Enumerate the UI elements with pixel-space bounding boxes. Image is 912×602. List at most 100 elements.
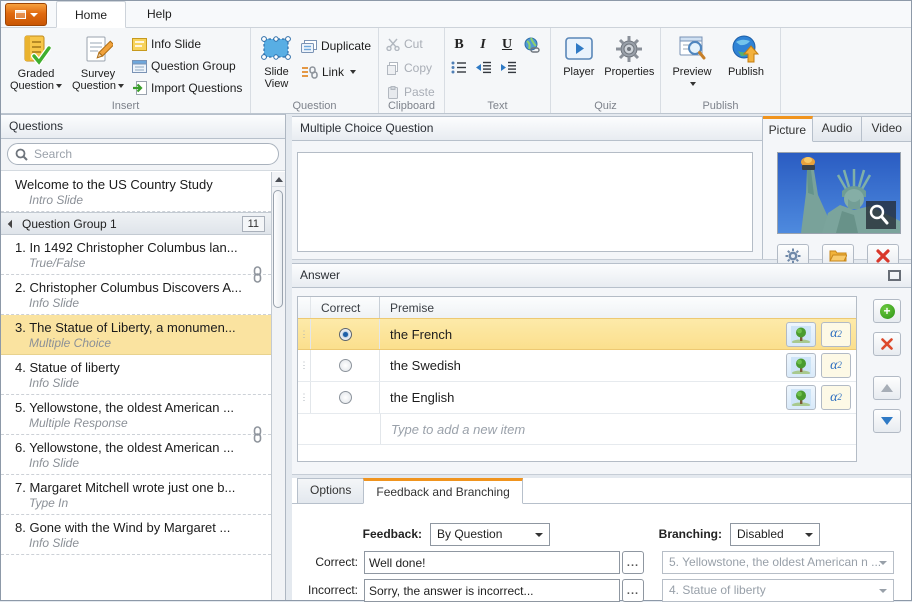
answer-row[interactable]: ⋮ the English α 2 [298, 382, 856, 414]
list-item[interactable]: 7. Margaret Mitchell wrote just one b...… [1, 475, 271, 515]
properties-button[interactable]: Properties [603, 31, 656, 99]
survey-question-button[interactable]: Survey Question [67, 31, 129, 99]
decrease-indent-button[interactable] [475, 61, 492, 74]
gear-icon [785, 248, 801, 264]
feedback-mode-select[interactable]: By Question [430, 523, 550, 546]
row-picture-button[interactable] [786, 385, 816, 410]
list-item[interactable]: 2. Christopher Columbus Discovers A... I… [1, 275, 271, 315]
duplicate-button[interactable]: Duplicate [298, 37, 374, 55]
tab-help[interactable]: Help [129, 1, 190, 28]
move-up-button[interactable] [873, 376, 901, 400]
add-answer-row[interactable]: Type to add a new item [298, 414, 856, 445]
copy-button[interactable]: Copy [383, 59, 438, 77]
app-menu-icon [14, 10, 26, 19]
correct-radio[interactable] [338, 359, 352, 372]
row-picture-button[interactable] [786, 353, 816, 378]
equation-button[interactable]: α2 [821, 353, 851, 378]
scrollbar-thumb[interactable] [273, 190, 283, 308]
feedback-form: Feedback: By Question Branching: Disable… [292, 503, 911, 602]
cut-button[interactable]: Cut [383, 35, 438, 53]
incorrect-feedback-input[interactable] [369, 580, 615, 601]
tab-home[interactable]: Home [56, 1, 127, 28]
player-button[interactable]: Player [555, 31, 603, 99]
correct-radio[interactable] [338, 391, 352, 404]
drag-handle[interactable]: ⋮ [298, 350, 311, 381]
hyperlink-icon[interactable] [523, 37, 540, 53]
question-section-title: Multiple Choice Question [292, 116, 762, 141]
answer-row-selected[interactable]: ⋮ the French α 2 [298, 318, 856, 350]
list-item[interactable]: 6. Yellowstone, the oldest American ... … [1, 435, 271, 475]
drag-handle[interactable]: ⋮ [298, 382, 311, 413]
paste-button[interactable]: Paste [383, 83, 438, 101]
branch-if-correct-select[interactable]: 5. Yellowstone, the oldest American n ..… [662, 551, 894, 574]
info-slide-button[interactable]: Info Slide [129, 35, 245, 53]
row-picture-button[interactable] [786, 321, 816, 347]
scroll-up-icon [274, 176, 283, 182]
equation-button[interactable]: α2 [821, 385, 851, 410]
list-item-intro[interactable]: Welcome to the US Country Study Intro Sl… [1, 172, 271, 212]
list-item[interactable]: 8. Gone with the Wind by Margaret ... In… [1, 515, 271, 555]
preview-button[interactable]: Preview [665, 31, 719, 99]
publish-button[interactable]: Publish [719, 31, 773, 99]
survey-question-icon [86, 36, 113, 62]
search-input[interactable] [34, 145, 270, 163]
app-menu-button[interactable] [5, 3, 47, 26]
tab-options[interactable]: Options [297, 478, 364, 504]
branch-if-incorrect-select[interactable]: 4. Statue of liberty [662, 579, 894, 602]
linked-slides-icon [253, 426, 262, 443]
add-answer-placeholder: Type to add a new item [391, 421, 526, 437]
column-correct: Correct [311, 297, 380, 318]
answer-row[interactable]: ⋮ the Swedish α 2 [298, 350, 856, 382]
correct-radio-checked[interactable] [338, 327, 352, 341]
correct-feedback-field[interactable] [364, 551, 620, 574]
question-group-header[interactable]: Question Group 1 11 [1, 212, 271, 235]
add-answer-button[interactable]: + [873, 299, 901, 323]
search-box[interactable] [7, 143, 279, 165]
question-list: Welcome to the US Country Study Intro Sl… [1, 172, 271, 600]
delete-x-icon [876, 249, 890, 263]
picture-placeholder-icon [791, 325, 811, 343]
move-down-button[interactable] [873, 409, 901, 433]
import-questions-button[interactable]: Import Questions [129, 79, 245, 97]
scroll-up-button[interactable] [272, 172, 285, 187]
answer-section-header: Answer [292, 263, 911, 288]
tab-feedback-and-branching[interactable]: Feedback and Branching [363, 478, 523, 504]
underline-button[interactable]: U [499, 37, 515, 53]
bullet-list-button[interactable] [451, 61, 467, 74]
list-item[interactable]: 4. Statue of liberty Info Slide [1, 355, 271, 395]
column-premise: Premise [390, 300, 435, 315]
tab-audio[interactable]: Audio [812, 116, 863, 141]
link-button[interactable]: Link [298, 63, 374, 81]
question-picture-thumbnail[interactable] [777, 152, 901, 234]
slide-view-button[interactable]: Slide View [255, 31, 298, 99]
graded-question-button[interactable]: Graded Question [5, 31, 67, 99]
correct-feedback-input[interactable] [369, 552, 615, 573]
list-item[interactable]: 1. In 1492 Christopher Columbus lan... T… [1, 235, 271, 283]
correct-feedback-more-button[interactable]: ... [622, 551, 644, 574]
list-item[interactable]: 5. Yellowstone, the oldest American ... … [1, 395, 271, 443]
increase-indent-button[interactable] [500, 61, 517, 74]
drag-handle[interactable]: ⋮ [298, 319, 311, 349]
incorrect-feedback-field[interactable] [364, 579, 620, 602]
tab-video[interactable]: Video [862, 116, 912, 141]
ribbon-group-publish: Preview Publish Publish [661, 28, 781, 113]
copy-icon [387, 61, 398, 75]
tab-picture[interactable]: Picture [763, 116, 813, 142]
incorrect-feedback-more-button[interactable]: ... [622, 579, 644, 602]
ribbon-group-question: Slide View Duplicate Link Question [251, 28, 379, 113]
equation-button[interactable]: α2 [821, 321, 851, 347]
ribbon-group-clipboard: Cut Copy Paste Clipboard [379, 28, 445, 113]
question-group-button[interactable]: Question Group [129, 57, 245, 75]
maximize-icon[interactable] [888, 270, 901, 281]
slide-view-icon [261, 36, 292, 60]
group-count-badge: 11 [241, 215, 265, 232]
chevron-down-icon [56, 84, 63, 89]
bold-button[interactable]: B [451, 37, 467, 53]
delete-answer-button[interactable] [873, 332, 901, 356]
branching-select[interactable]: Disabled [730, 523, 820, 546]
list-item-selected[interactable]: 3. The Statue of Liberty, a monumen... M… [1, 315, 271, 355]
question-text-input[interactable] [297, 152, 753, 252]
answer-side-buttons: + [873, 299, 901, 442]
scrollbar[interactable] [271, 172, 285, 600]
italic-button[interactable]: I [475, 37, 491, 53]
